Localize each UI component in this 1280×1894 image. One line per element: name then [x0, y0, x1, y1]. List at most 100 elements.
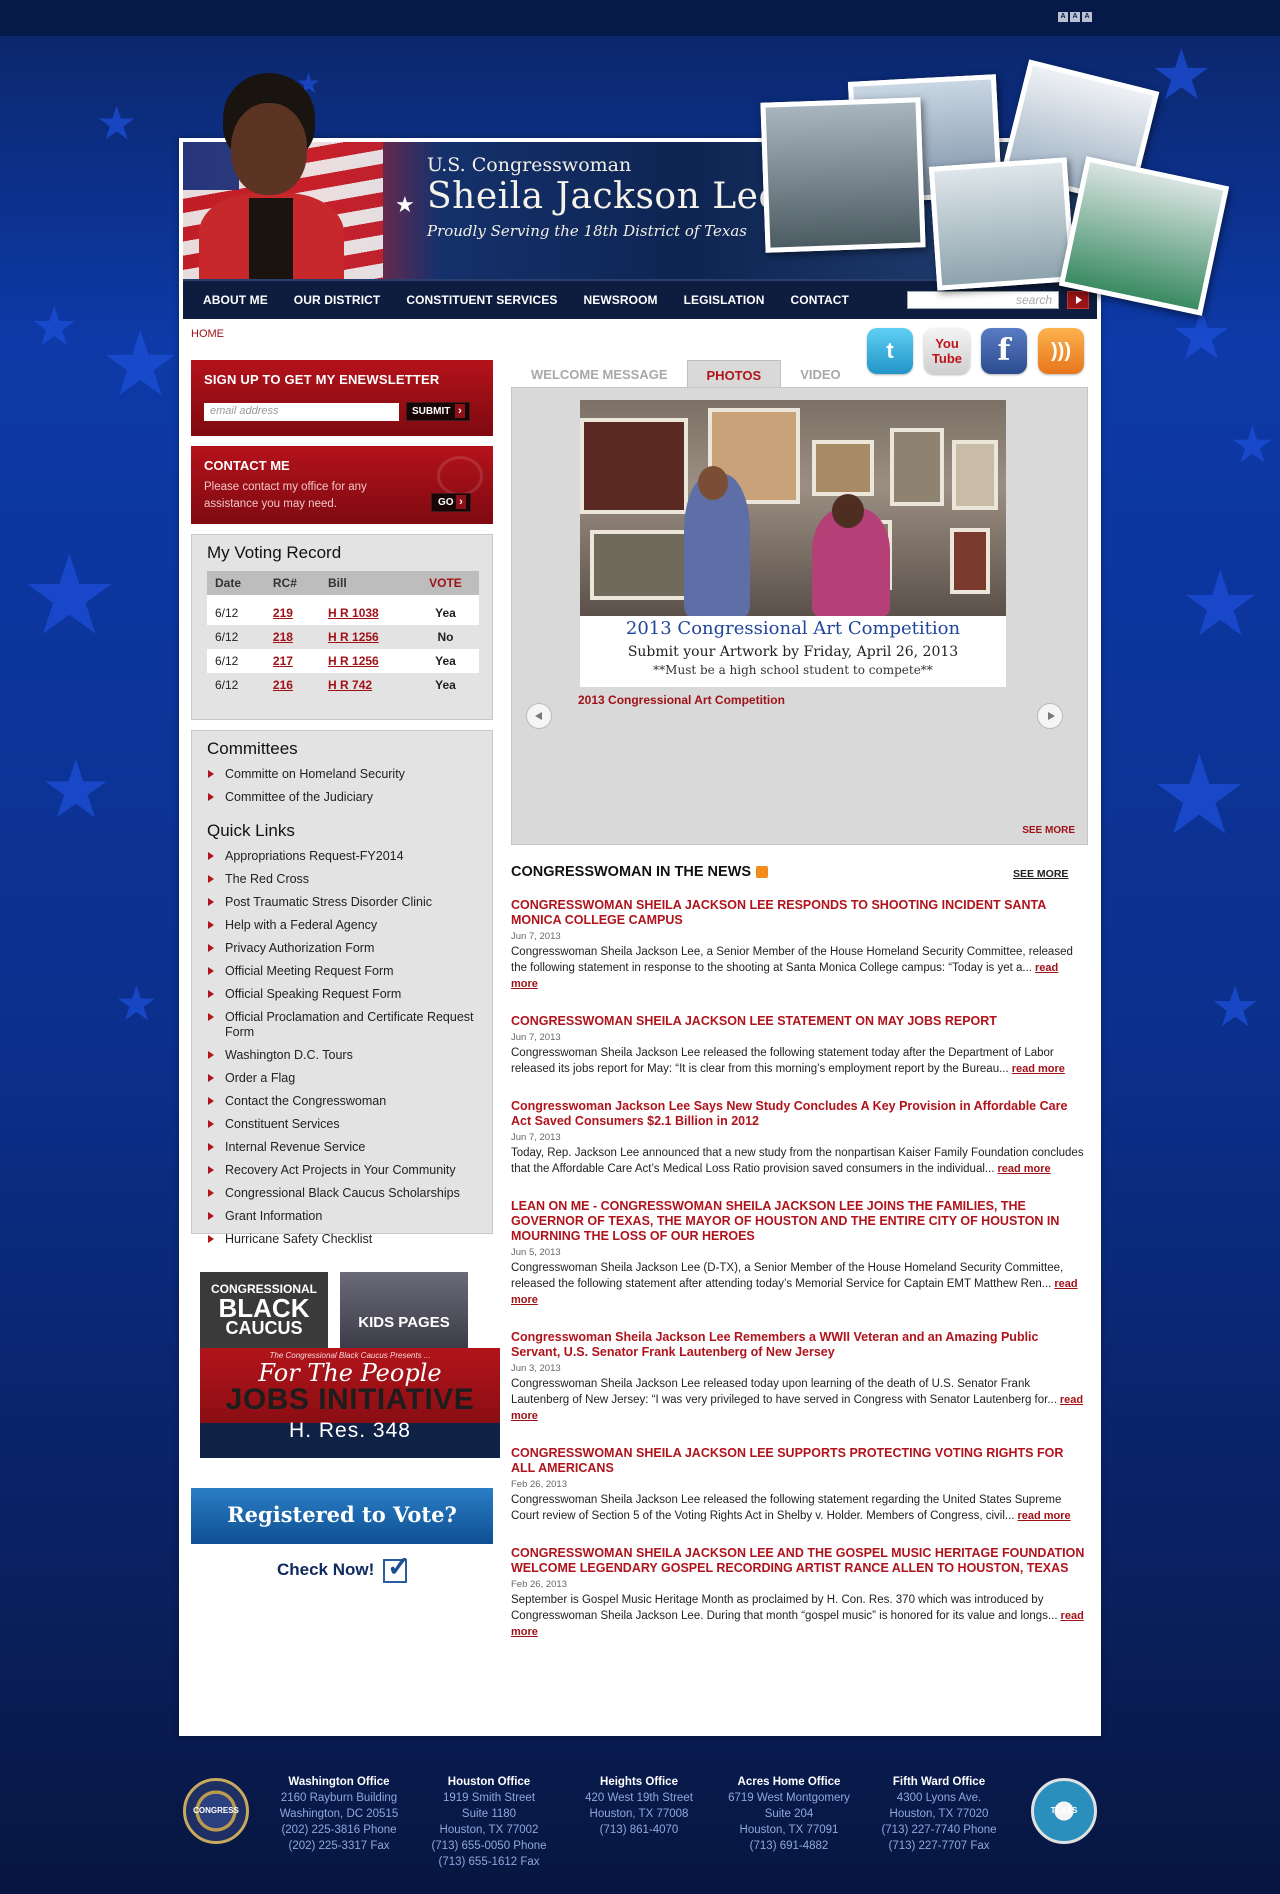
text-size-large-button[interactable]: A	[1082, 12, 1092, 22]
nav-constituent-services[interactable]: CONSTITUENT SERVICES	[406, 293, 557, 307]
quick-link[interactable]: Help with a Federal Agency	[207, 918, 477, 933]
office-line: (202) 225-3317 Fax	[288, 1840, 390, 1852]
kids-pages-banner[interactable]: KIDS PAGES	[340, 1272, 468, 1350]
rss-icon[interactable]	[756, 866, 769, 879]
office-name: Heights Office	[600, 1776, 678, 1788]
jobs-line: JOBS INITIATIVE	[225, 1383, 475, 1416]
submit-button[interactable]: SUBMIT	[406, 402, 470, 421]
photo-slider: 2013 Congressional Art Competition Submi…	[511, 387, 1088, 845]
quick-link[interactable]: The Red Cross	[207, 872, 477, 887]
contact-me-box: CONTACT ME Please contact my office for …	[191, 446, 493, 524]
news-title-link[interactable]: Congresswoman Jackson Lee Says New Study…	[511, 1099, 1088, 1129]
news-title-link[interactable]: CONGRESSWOMAN SHEILA JACKSON LEE AND THE…	[511, 1546, 1088, 1576]
nav-newsroom[interactable]: NEWSROOM	[583, 293, 657, 307]
news-title-link[interactable]: CONGRESSWOMAN SHEILA JACKSON LEE SUPPORT…	[511, 1446, 1088, 1476]
quick-link[interactable]: Contact the Congresswoman	[207, 1094, 477, 1109]
registered-to-vote-banner[interactable]: Registered to Vote?	[191, 1488, 493, 1544]
quick-link[interactable]: Post Traumatic Stress Disorder Clinic	[207, 895, 477, 910]
news-summary: Congresswoman Sheila Jackson Lee release…	[511, 1045, 1088, 1077]
news-title-link[interactable]: CONGRESSWOMAN SHEILA JACKSON LEE RESPOND…	[511, 898, 1088, 928]
photos-see-more-link[interactable]: SEE MORE	[1022, 825, 1075, 836]
committees-title: Committees	[207, 739, 298, 758]
read-more-link[interactable]: read more	[997, 1163, 1050, 1175]
text-size-small-button[interactable]: A	[1058, 12, 1068, 22]
email-input[interactable]: email address	[204, 403, 399, 421]
quick-link[interactable]: Washington D.C. Tours	[207, 1048, 477, 1063]
jobs-initiative-banner[interactable]: The Congressional Black Caucus Presents …	[200, 1348, 500, 1458]
quick-link[interactable]: Constituent Services	[207, 1117, 477, 1132]
office-fifth-ward: Fifth Ward Office 4300 Lyons Ave. Housto…	[864, 1774, 1014, 1854]
quick-link[interactable]: Congressional Black Caucus Scholarships	[207, 1186, 477, 1201]
nav-our-district[interactable]: OUR DISTRICT	[294, 293, 381, 307]
office-line: (713) 861-4070	[599, 1824, 679, 1836]
committee-link[interactable]: Committee of the Judiciary	[207, 790, 477, 805]
slider-prev-button[interactable]	[526, 703, 552, 729]
committee-link[interactable]: Committe on Homeland Security	[207, 767, 477, 782]
quick-link[interactable]: Official Speaking Request Form	[207, 987, 477, 1002]
nav-legislation[interactable]: LEGISLATION	[684, 293, 765, 307]
collage-photo	[760, 97, 926, 253]
congressional-black-caucus-banner[interactable]: CONGRESSIONAL BLACK CAUCUS	[200, 1272, 328, 1350]
office-line: (713) 691-4882	[749, 1840, 829, 1852]
quick-link[interactable]: Official Proclamation and Certificate Re…	[207, 1010, 477, 1040]
check-now-link[interactable]: Check Now!	[191, 1549, 493, 1596]
quick-link[interactable]: Grant Information	[207, 1209, 477, 1224]
quick-link[interactable]: Internal Revenue Service	[207, 1140, 477, 1155]
star-icon: ★	[96, 96, 138, 150]
roll-call-link[interactable]: 219	[273, 606, 293, 620]
office-line: 2160 Rayburn Building	[280, 1792, 398, 1804]
news-summary-text: Congresswoman Sheila Jackson Lee release…	[511, 1494, 1062, 1522]
nav-about-me[interactable]: ABOUT ME	[203, 293, 268, 307]
column-header: Date	[207, 571, 265, 595]
slide-title-link[interactable]: 2013 Congressional Art Competition	[578, 693, 785, 707]
quick-link[interactable]: Hurricane Safety Checklist	[207, 1232, 477, 1247]
news-title-link[interactable]: LEAN ON ME - CONGRESSWOMAN SHEILA JACKSO…	[511, 1199, 1088, 1244]
read-more-link[interactable]: read more	[1017, 1510, 1070, 1522]
news-summary-text: Congresswoman Sheila Jackson Lee, a Seni…	[511, 946, 1073, 974]
news-item: Congresswoman Jackson Lee Says New Study…	[511, 1099, 1088, 1177]
table-row: 6/12 217 H R 1256 Yea	[207, 649, 479, 673]
vote-date: 6/12	[215, 630, 239, 644]
news-title-link[interactable]: CONGRESSWOMAN SHEILA JACKSON LEE STATEME…	[511, 1014, 1088, 1029]
quick-link[interactable]: Order a Flag	[207, 1071, 477, 1086]
news-title-link[interactable]: Congresswoman Sheila Jackson Lee Remembe…	[511, 1330, 1088, 1360]
news-see-more-link[interactable]: SEE MORE	[1013, 868, 1068, 880]
office-houston: Houston Office 1919 Smith Street Suite 1…	[414, 1774, 564, 1870]
tab-photos[interactable]: PHOTOS	[686, 360, 782, 387]
bill-link[interactable]: H R 742	[328, 678, 372, 692]
phone-icon	[437, 456, 483, 496]
enewsletter-signup: SIGN UP TO GET MY ENEWSLETTER email addr…	[191, 360, 493, 436]
seal-label: TEXAS	[1050, 1806, 1078, 1815]
quick-link[interactable]: Recovery Act Projects in Your Community	[207, 1163, 477, 1178]
enewsletter-title: SIGN UP TO GET MY ENEWSLETTER	[204, 372, 440, 387]
slide-image[interactable]: 2013 Congressional Art Competition Submi…	[580, 400, 1006, 687]
quick-link[interactable]: Appropriations Request-FY2014	[207, 849, 477, 864]
roll-call-link[interactable]: 217	[273, 654, 293, 668]
slider-next-button[interactable]	[1037, 703, 1063, 729]
quick-link[interactable]: Official Meeting Request Form	[207, 964, 477, 979]
roll-call-link[interactable]: 218	[273, 630, 293, 644]
texas-seal-icon: TEXAS	[1031, 1778, 1097, 1844]
bill-link[interactable]: H R 1256	[328, 630, 379, 644]
news-summary: September is Gospel Music Heritage Month…	[511, 1592, 1088, 1640]
tab-video[interactable]: VIDEO	[781, 360, 859, 387]
quick-link[interactable]: Privacy Authorization Form	[207, 941, 477, 956]
breadcrumb-home[interactable]: HOME	[191, 328, 224, 340]
vote-value: Yea	[411, 649, 479, 673]
text-size-medium-button[interactable]: A	[1070, 12, 1080, 22]
read-more-link[interactable]: read more	[1012, 1063, 1065, 1075]
jobs-line: H. Res. 348	[289, 1419, 411, 1442]
media-tabs: WELCOME MESSAGE PHOTOS VIDEO	[512, 360, 860, 387]
news-summary: Congresswoman Sheila Jackson Lee release…	[511, 1376, 1088, 1424]
star-icon: ★	[115, 976, 159, 1032]
roll-call-link[interactable]: 216	[273, 678, 293, 692]
news-date: Jun 7, 2013	[511, 1132, 561, 1143]
go-button[interactable]: GO	[431, 493, 471, 512]
bill-link[interactable]: H R 1038	[328, 606, 379, 620]
voting-title: My Voting Record	[207, 543, 342, 562]
tab-welcome-message[interactable]: WELCOME MESSAGE	[512, 360, 687, 387]
check-now-label: Check Now!	[276, 1560, 375, 1579]
office-line: (202) 225-3816 Phone	[281, 1824, 397, 1836]
bill-link[interactable]: H R 1256	[328, 654, 379, 668]
footer: CONGRESS Washington Office 2160 Rayburn …	[0, 1760, 1280, 1894]
